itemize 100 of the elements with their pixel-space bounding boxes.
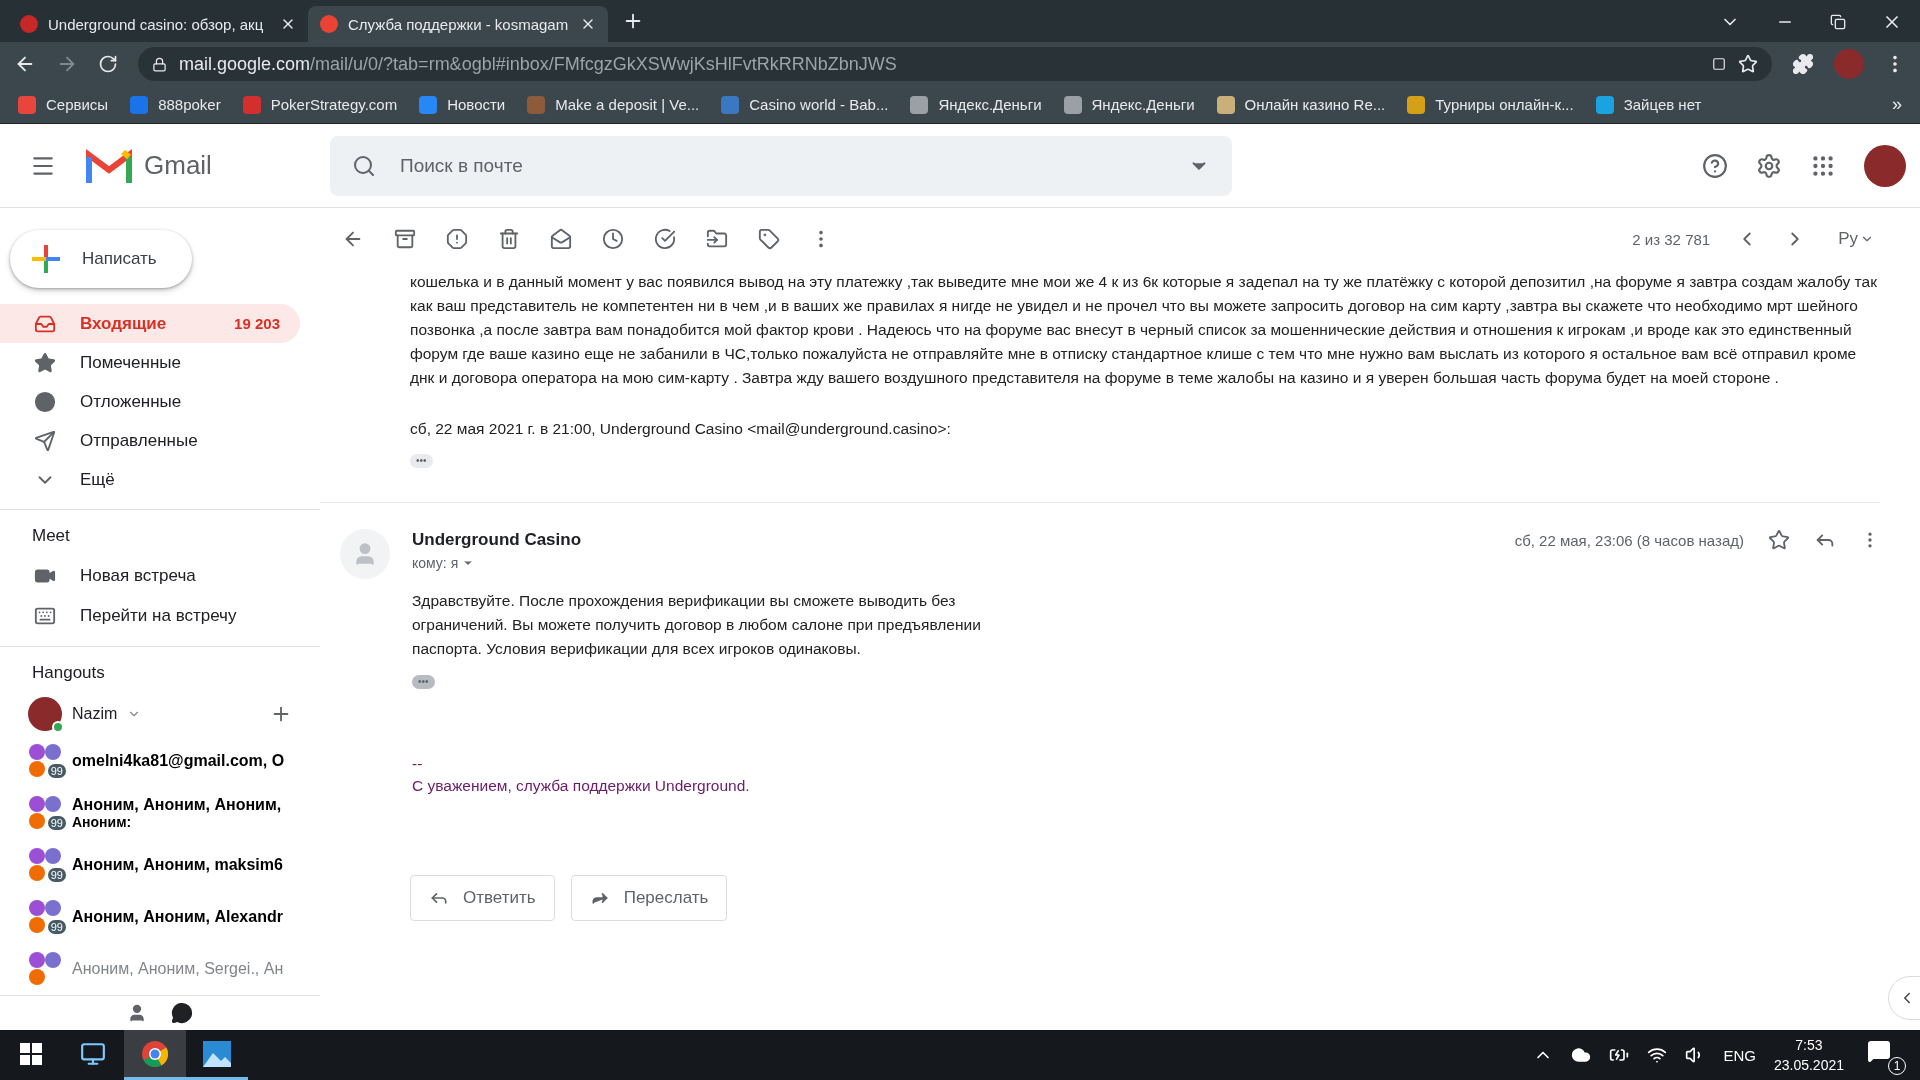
user-avatar [28,697,62,731]
wifi-icon[interactable] [1647,1045,1668,1065]
lock-icon [152,56,167,72]
unread-count: 99 [47,868,66,882]
star-icon [34,351,56,374]
archive-icon[interactable] [394,228,416,250]
unread-count: 99 [47,920,66,934]
bookmark-link[interactable]: Новости [419,95,506,114]
conversation-name: Аноним, Аноним, maksim6 [72,856,283,874]
user-name[interactable]: Nazim [72,705,118,723]
notifications-icon [1867,1039,1891,1063]
browser-tab[interactable]: Служба поддержки - kosmagam [308,6,608,42]
meet-item[interactable]: Перейти на встречу [0,596,320,636]
bookmark-link[interactable]: Яндекс.Деньги [1063,95,1195,114]
settings-icon[interactable] [1756,152,1782,179]
pager-text: 2 из 32 781 [1632,230,1711,248]
search-bar[interactable]: Поиск в почте [330,135,1232,196]
nav-item[interactable]: Входящие 19 203 [0,304,300,344]
url-text: mail.google.com/mail/u/0/?tab=rm&ogbl#inbox/FMfcgzGkXSWwjKsHlFvtRkRRNbZbnJWS [179,53,897,75]
task-icon[interactable] [654,228,676,250]
show-trimmed-button[interactable]: ••• [410,454,433,468]
clock[interactable]: 7:53 23.05.2021 [1773,1037,1844,1073]
nav-item[interactable]: Помеченные [0,343,300,383]
input-language-button[interactable]: Ру [1832,228,1880,250]
sender-name: Underground Casino [412,530,582,550]
cloud-icon[interactable] [1571,1045,1592,1065]
compose-button[interactable]: Написать [10,230,192,289]
bookmark-link[interactable]: Онлайн казино Re... [1216,95,1386,114]
bookmark-star-icon[interactable] [1738,54,1758,74]
site-favicon-icon [320,15,338,33]
message-date: сб, 22 мая, 23:06 (8 часов назад) [1514,531,1744,549]
browser-tab[interactable]: Underground casino: обзор, акц [8,6,308,42]
bookmark-link[interactable]: Турниры онлайн-к... [1407,95,1574,114]
bookmark-link[interactable]: Make a deposit | Ve... [527,95,700,114]
sender-avatar [340,529,390,579]
nav-item[interactable]: Ещё [0,460,300,499]
contacts-icon[interactable] [127,1003,147,1023]
input-language[interactable]: ENG [1723,1046,1756,1064]
notifications-button[interactable]: 1 [1862,1033,1908,1077]
unread-count: 19 203 [234,315,280,333]
nav-label: Помеченные [80,352,182,373]
app-name: Gmail [144,150,212,181]
nav-label: Отложенные [80,391,183,412]
conversation-item[interactable]: 99 omelni4ka81@gmail.com, O [0,735,320,787]
quote-header: сб, 22 мая 2021 г. в 21:00, Underground Casino <mail@underground.casino>: [410,420,952,438]
reload-icon[interactable] [98,54,118,74]
account-avatar[interactable] [1864,144,1906,187]
conversation-item[interactable]: 99 Аноним, Аноним, Аноним, Аноним: [0,787,320,839]
forward-button[interactable]: Переслать [570,875,728,921]
bookmark-link[interactable]: 888poker [130,95,221,114]
signature-text: С уважением, служба поддержки Underground. [412,777,750,795]
keyboard-icon [34,605,56,627]
mail-logo-icon [86,148,132,183]
restore-icon[interactable] [1830,14,1846,30]
extensions-icon[interactable] [1792,53,1814,75]
nav-item[interactable]: Отложенные [0,382,300,422]
nav-label: Входящие [80,313,168,334]
browser-logo-icon [141,1039,169,1068]
nav-label: Отправленные [80,430,199,451]
move-folder-icon[interactable] [706,228,728,250]
help-icon[interactable] [1702,152,1728,179]
bookmark-link[interactable]: Зайцев нет [1595,95,1702,114]
bookmark-link[interactable]: Casino world - Bab... [721,95,889,114]
conversation-preview: Аноним: [72,814,133,830]
side-panel-toggle[interactable] [1888,976,1920,1020]
search-icon [352,153,376,178]
conversation-item[interactable]: 99 Аноним, Аноним, Alexandr [0,891,320,943]
windows-logo-icon [20,1042,42,1065]
star-icon[interactable] [1768,529,1790,551]
address-bar[interactable]: mail.google.com/mail/u/0/?tab=rm&ogbl#inbox/FMfcgzGkXSWwjKsHlFvtRkRRNbZbnJWS [138,47,1772,81]
unread-count: 99 [47,764,66,778]
more-bookmarks-button[interactable]: » [1892,94,1902,115]
plus-icon [30,243,62,276]
desktop-icon [80,1040,106,1067]
send-icon [34,429,56,452]
spam-icon[interactable] [446,228,468,250]
notification-count: 1 [1888,1057,1906,1075]
bookmark-link[interactable]: PokerStrategy.com [242,95,398,114]
landscape-picture-icon [203,1040,231,1067]
label-icon[interactable] [758,228,780,250]
reply-button[interactable]: Ответить [410,875,555,921]
nav-item[interactable]: Отправленные [0,421,300,461]
meet-item[interactable]: Новая встреча [0,556,320,596]
recipient-button[interactable]: кому: я [412,555,475,571]
bookmark-link[interactable]: Сервисы [18,95,109,114]
conversation-name: Аноним, Аноним, Alexandr [72,908,283,926]
conversation-name: Аноним, Аноним, Аноним, [72,796,282,814]
conversation-name: omelni4ka81@gmail.com, O [72,752,285,770]
envelope-icon[interactable] [550,228,572,250]
chat-icon[interactable] [171,1002,193,1024]
trash-icon[interactable] [498,228,520,250]
section-title: Meet [31,525,71,547]
nav-label: Ещё [80,469,116,490]
conversation-item[interactable]: 99 Аноним, Аноним, maksim6 [0,839,320,891]
search-field[interactable]: Поиск в почте [398,153,1166,178]
quoted-text: кошелька и в данный момент у вас появился вывод на эту платежку ,так выведите мне мои же 4 к из 6к которые я задепал на ту же платёжку с которой депозитил ,на форуме я завтра создам жалобу так как ваш представитель не компетентен ни в чем ,и в ваших же правилах я нигде не увидел и не прочел что вы можете запросить договор на сим карту ,завтра вы скажете что необходимо мрт шейного позвонка ,а после завтра вам понадобится мой фактор крови . Надеюсь что на форуме вас внесут в черный список за мошеннические действия и отношения к игрокам ,и вроде как это единственный форум где ваше казино еще не забанили в ЧС,только пожалуйста не отправляйте мне в отписку стандартное клише с тем что мне нужно вам выслать из которого я остальное вам всё отправил кроме днк и договора оператора на мою сим-карту . Завтра жду вашего воздушного представителя на форуме в теме жалобы на казино и я уверен большая часть форума будет на моей стороне . [410,272,1878,388]
signature-separator: -- [412,755,424,773]
conversation-item[interactable]: Аноним, Аноним, Sergei., Ан [0,943,320,995]
bookmark-link[interactable]: Яндекс.Деньги [910,95,1042,114]
taskbar-app[interactable] [124,1030,186,1080]
